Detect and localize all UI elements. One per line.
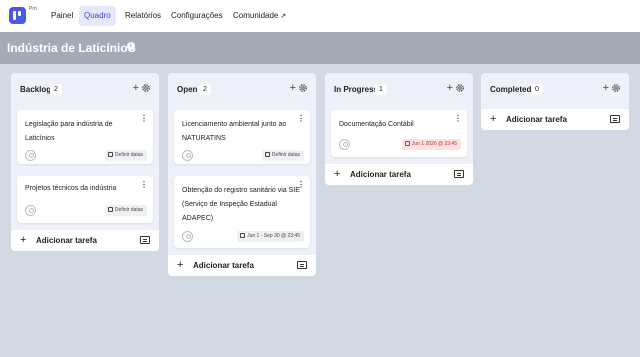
external-link-icon: ↗ xyxy=(280,13,287,20)
date-label: Definir datas xyxy=(114,207,143,213)
calendar-icon xyxy=(404,141,410,146)
add-card-plus-icon[interactable]: + xyxy=(603,82,609,94)
assignee-avatar-icon[interactable] xyxy=(25,205,36,216)
card-menu-icon[interactable]: ⋮ xyxy=(297,115,305,123)
calendar-icon xyxy=(264,152,270,157)
card-menu-icon[interactable]: ⋮ xyxy=(454,115,462,123)
task-card[interactable]: Projetos técnicos da indústria ⋮ Definir… xyxy=(17,176,153,223)
column-title: In Progress xyxy=(334,85,379,94)
card-title: Projetos técnicos da indústria xyxy=(25,185,117,192)
task-card[interactable]: Documentação Contábil ⋮ Jun 1 2026 @ 23:… xyxy=(331,110,467,157)
add-card-plus-icon[interactable]: + xyxy=(447,82,453,94)
add-task-label: Adicionar tarefa xyxy=(506,115,567,124)
date-label: Definir datas xyxy=(114,152,143,158)
column-count: 1 xyxy=(375,84,387,95)
card-menu-icon[interactable]: ⋮ xyxy=(140,181,148,189)
column-title: Backlog xyxy=(20,85,52,94)
app-logo[interactable] xyxy=(9,7,26,24)
task-card[interactable]: Legislação para indústria de Laticínios … xyxy=(17,110,153,164)
nav-painel[interactable]: Painel xyxy=(46,6,78,26)
calendar-icon xyxy=(240,233,246,238)
card-template-icon[interactable] xyxy=(610,115,620,123)
column-header: Completed 0 + xyxy=(481,73,629,105)
assignee-avatar-icon[interactable] xyxy=(182,231,193,242)
board-title-bar: Indústria de LaticínioS xyxy=(0,32,640,64)
date-label: Jun 1 - Sep 30 @ 23:45 xyxy=(247,233,300,239)
column-header: Backlog 2 + xyxy=(11,73,159,105)
add-card-plus-icon[interactable]: + xyxy=(290,82,296,94)
plus-icon: + xyxy=(20,234,27,246)
column-count: 2 xyxy=(199,84,211,95)
column-open: Open 2 + Licenciamento ambiental junto a… xyxy=(168,73,316,276)
add-task-label: Adicionar tarefa xyxy=(350,170,411,179)
column-header: In Progress 1 + xyxy=(325,73,473,105)
date-badge[interactable]: Jun 1 - Sep 30 @ 23:45 xyxy=(237,231,304,242)
column-completed: Completed 0 + + Adicionar tarefa xyxy=(481,73,629,130)
gear-icon[interactable] xyxy=(141,83,151,93)
card-template-icon[interactable] xyxy=(454,170,464,178)
add-task-label: Adicionar tarefa xyxy=(193,261,254,270)
nav-relatorios[interactable]: Relatórios xyxy=(120,6,166,26)
column-count: 0 xyxy=(531,84,543,95)
column-backlog: Backlog 2 + Legislação para indústria de… xyxy=(11,73,159,251)
card-menu-icon[interactable]: ⋮ xyxy=(297,181,305,189)
info-icon[interactable]: i xyxy=(127,42,135,50)
add-task-row[interactable]: + Adicionar tarefa xyxy=(168,255,316,276)
card-title: Legislação para indústria de Laticínios xyxy=(25,121,113,142)
column-header: Open 2 + xyxy=(168,73,316,105)
pro-badge: Pró xyxy=(29,6,37,12)
column-in-progress: In Progress 1 + Documentação Contábil ⋮ … xyxy=(325,73,473,185)
add-task-row[interactable]: + Adicionar tarefa xyxy=(325,164,473,185)
card-menu-icon[interactable]: ⋮ xyxy=(140,115,148,123)
nav-quadro[interactable]: Quadro xyxy=(79,6,116,26)
date-badge[interactable]: Definir datas xyxy=(104,205,147,216)
nav-comunidade[interactable]: Comunidade ↗ xyxy=(228,6,291,26)
plus-icon: + xyxy=(334,168,341,180)
calendar-icon xyxy=(107,207,113,212)
nav-configuracoes[interactable]: Configurações xyxy=(166,6,228,26)
card-title: Obtenção do registro sanitário via SIE (… xyxy=(182,187,300,222)
top-nav: Pró Painel Quadro Relatórios Configuraçõ… xyxy=(0,0,640,32)
card-title: Licenciamento ambiental junto ao NATURAT… xyxy=(182,121,287,142)
assignee-avatar-icon[interactable] xyxy=(25,150,36,161)
card-title: Documentação Contábil xyxy=(339,121,414,128)
calendar-icon xyxy=(107,152,113,157)
plus-icon: + xyxy=(177,259,184,271)
nav-comunidade-label: Comunidade xyxy=(233,11,279,20)
board-title: Indústria de LaticínioS xyxy=(7,41,136,55)
add-task-row[interactable]: + Adicionar tarefa xyxy=(11,230,159,251)
date-badge[interactable]: Definir datas xyxy=(104,150,147,161)
column-title: Completed xyxy=(490,85,532,94)
task-card[interactable]: Licenciamento ambiental junto ao NATURAT… xyxy=(174,110,310,164)
add-task-label: Adicionar tarefa xyxy=(36,236,97,245)
task-card[interactable]: Obtenção do registro sanitário via SIE (… xyxy=(174,176,310,248)
date-badge[interactable]: Definir datas xyxy=(261,150,304,161)
assignee-avatar-icon[interactable] xyxy=(339,139,350,150)
date-label: Jun 1 2026 @ 23:45 xyxy=(411,141,457,147)
gear-icon[interactable] xyxy=(298,83,308,93)
plus-icon: + xyxy=(490,113,497,125)
gear-icon[interactable] xyxy=(611,83,621,93)
column-title: Open xyxy=(177,85,198,94)
add-card-plus-icon[interactable]: + xyxy=(133,82,139,94)
date-label: Definir datas xyxy=(271,152,300,158)
overdue-date-badge[interactable]: Jun 1 2026 @ 23:45 xyxy=(401,139,461,150)
gear-icon[interactable] xyxy=(455,83,465,93)
add-task-row[interactable]: + Adicionar tarefa xyxy=(481,109,629,130)
card-template-icon[interactable] xyxy=(140,236,150,244)
card-template-icon[interactable] xyxy=(297,261,307,269)
assignee-avatar-icon[interactable] xyxy=(182,150,193,161)
column-count: 2 xyxy=(50,84,62,95)
